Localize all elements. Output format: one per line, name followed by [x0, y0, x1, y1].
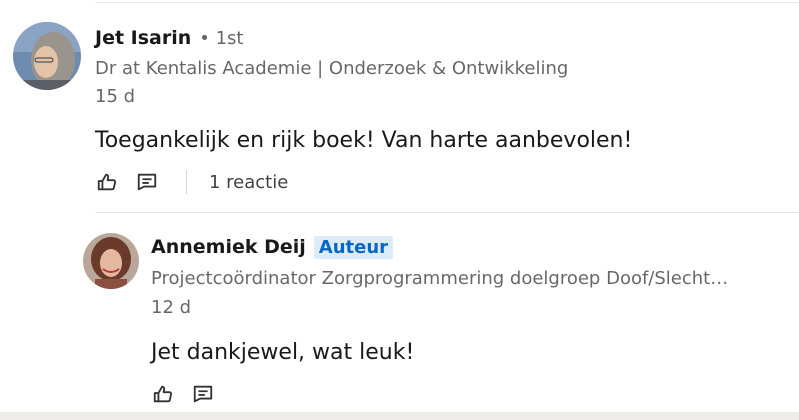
comment-text: Toegankelijk en rijk boek! Van harte aan…: [95, 128, 633, 153]
reply-text: Jet dankjewel, wat leuk!: [151, 340, 415, 365]
avatar-jet-image: [13, 22, 81, 90]
comment-icon[interactable]: [134, 169, 160, 195]
connection-degree: • 1st: [199, 28, 244, 49]
comment-timestamp: 15 d: [95, 86, 136, 107]
like-icon[interactable]: [94, 169, 120, 195]
author-name[interactable]: Annemiek Deij: [151, 236, 306, 258]
avatar-annemiek-image: [83, 233, 139, 289]
action-separator: [186, 170, 187, 194]
avatar[interactable]: [83, 233, 139, 289]
reply-divider: [95, 212, 799, 213]
top-divider: [95, 2, 799, 3]
reply-count-link[interactable]: 1 reactie: [209, 172, 288, 193]
author-headline: Dr at Kentalis Academie | Onderzoek & On…: [95, 58, 569, 79]
author-badge: Auteur: [313, 236, 394, 259]
bottom-edge: [0, 412, 799, 420]
comment-actions: 1 reactie: [94, 168, 288, 196]
reply-actions: [150, 380, 230, 408]
author-name[interactable]: Jet Isarin: [95, 27, 191, 49]
avatar[interactable]: [13, 22, 81, 90]
reply-timestamp: 12 d: [151, 297, 192, 318]
author-headline: Projectcoördinator Zorgprogrammering doe…: [151, 268, 729, 289]
comment-icon[interactable]: [190, 381, 216, 407]
like-icon[interactable]: [150, 381, 176, 407]
